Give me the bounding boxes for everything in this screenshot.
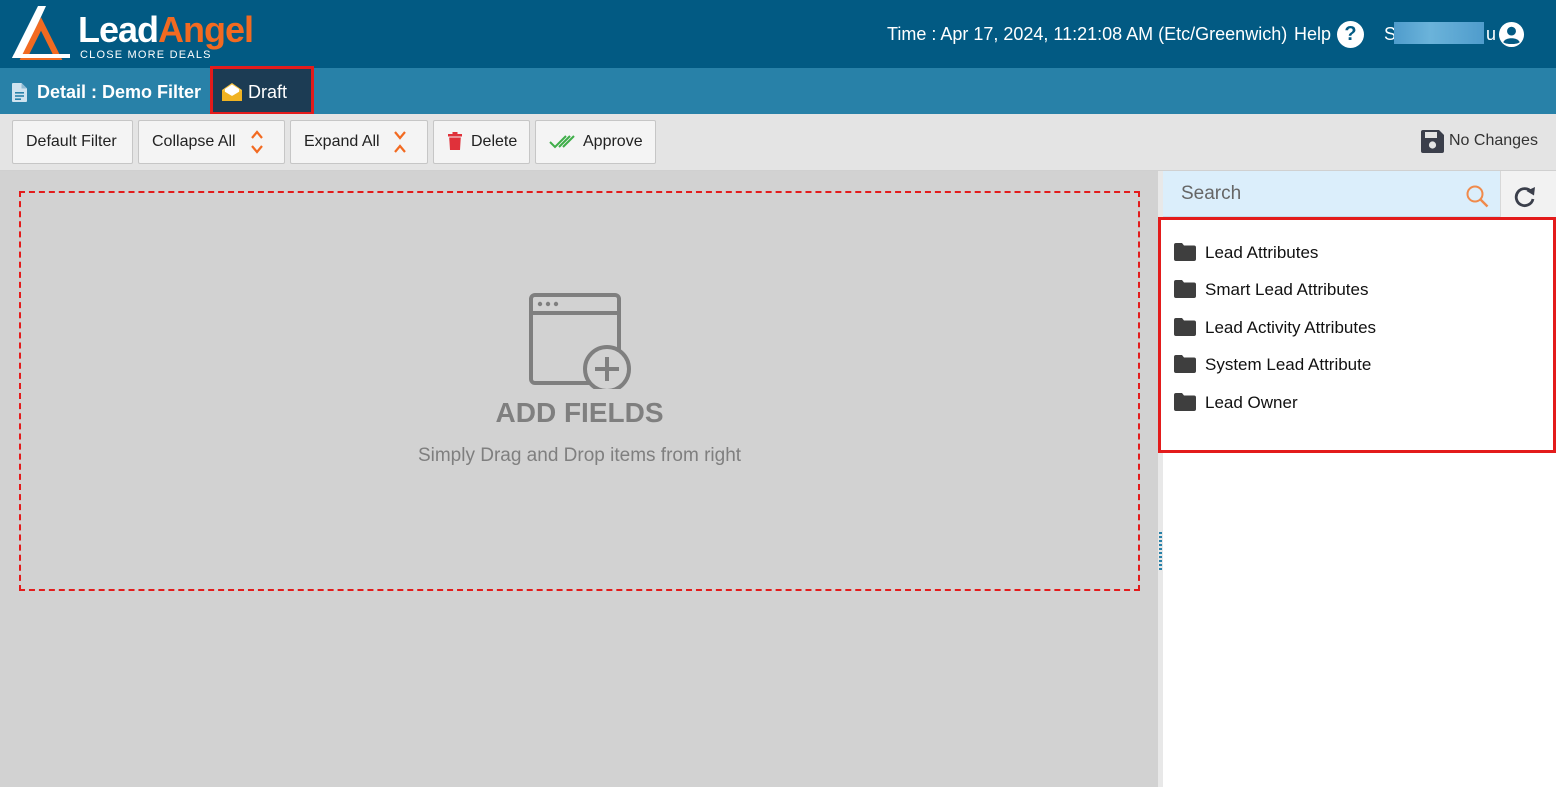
search-box [1163, 171, 1500, 217]
default-filter-label: Default Filter [26, 133, 117, 150]
tree-item-label: Lead Owner [1205, 393, 1298, 412]
delete-button[interactable]: Delete [433, 120, 530, 164]
expand-all-label: Expand All [304, 133, 380, 150]
user-name-redacted[interactable] [1394, 22, 1484, 44]
approve-label: Approve [583, 133, 643, 150]
collapse-all-label: Collapse All [152, 133, 236, 150]
folder-icon [1174, 393, 1196, 411]
folder-icon [1174, 280, 1196, 298]
expand-all-button[interactable]: Expand All [290, 120, 428, 164]
tree-item-label: Lead Activity Attributes [1205, 318, 1377, 337]
document-icon [12, 83, 27, 102]
default-filter-button[interactable]: Default Filter [12, 120, 133, 164]
save-status-label: No Changes [1449, 132, 1538, 149]
top-header: LeadAngel CLOSE MORE DEALS Time : Apr 17… [0, 0, 1556, 68]
folder-icon [1174, 318, 1196, 336]
brand-tagline: CLOSE MORE DEALS [80, 49, 212, 61]
page-title: Detail : Demo Filter [37, 82, 202, 102]
folder-icon [1174, 243, 1196, 261]
help-link[interactable]: Help [1294, 24, 1331, 45]
server-time: Time : Apr 17, 2024, 11:21:08 AM (Etc/Gr… [887, 24, 1288, 44]
trash-icon [448, 132, 462, 150]
collapse-chevrons-icon [251, 130, 263, 154]
logo-mark-icon [12, 6, 70, 60]
floppy-disk-icon [1421, 130, 1444, 153]
dropzone-title: ADD FIELDS [495, 397, 664, 428]
approve-button[interactable]: Approve [535, 120, 656, 164]
status-badge-label: Draft [248, 82, 288, 102]
brand-name: LeadAngel [78, 9, 254, 50]
refresh-button[interactable] [1500, 171, 1556, 217]
search-icon[interactable] [1465, 185, 1489, 209]
refresh-icon [1514, 187, 1535, 207]
leadangel-logo[interactable]: LeadAngel CLOSE MORE DEALS [10, 4, 290, 62]
field-tree: Lead Attributes Smart Lead Attributes Le… [1158, 217, 1556, 453]
add-window-icon [529, 293, 631, 389]
search-input[interactable] [1181, 181, 1451, 207]
dropzone-subtitle: Simply Drag and Drop items from right [417, 445, 742, 466]
open-envelope-icon [222, 83, 242, 101]
tree-item-label: System Lead Attribute [1205, 355, 1372, 374]
folder-icon [1174, 355, 1196, 373]
delete-label: Delete [471, 133, 518, 150]
tree-item-label: Lead Attributes [1205, 243, 1319, 262]
status-badge-draft[interactable]: Draft [210, 66, 314, 115]
expand-chevrons-icon [394, 131, 406, 153]
double-check-icon [549, 135, 575, 149]
toolbar: Default Filter Collapse All Expand All D… [0, 114, 1556, 171]
user-avatar-icon[interactable] [1498, 21, 1525, 48]
user-name-tail[interactable]: u [1486, 24, 1496, 45]
collapse-all-button[interactable]: Collapse All [138, 120, 285, 164]
help-icon[interactable]: ? [1337, 21, 1364, 48]
filter-canvas: ADD FIELDS Simply Drag and Drop items fr… [0, 171, 1158, 787]
tree-item-label: Smart Lead Attributes [1205, 280, 1369, 299]
splitter-grip-icon[interactable] [1159, 532, 1162, 570]
add-fields-dropzone[interactable]: ADD FIELDS Simply Drag and Drop items fr… [19, 191, 1140, 591]
